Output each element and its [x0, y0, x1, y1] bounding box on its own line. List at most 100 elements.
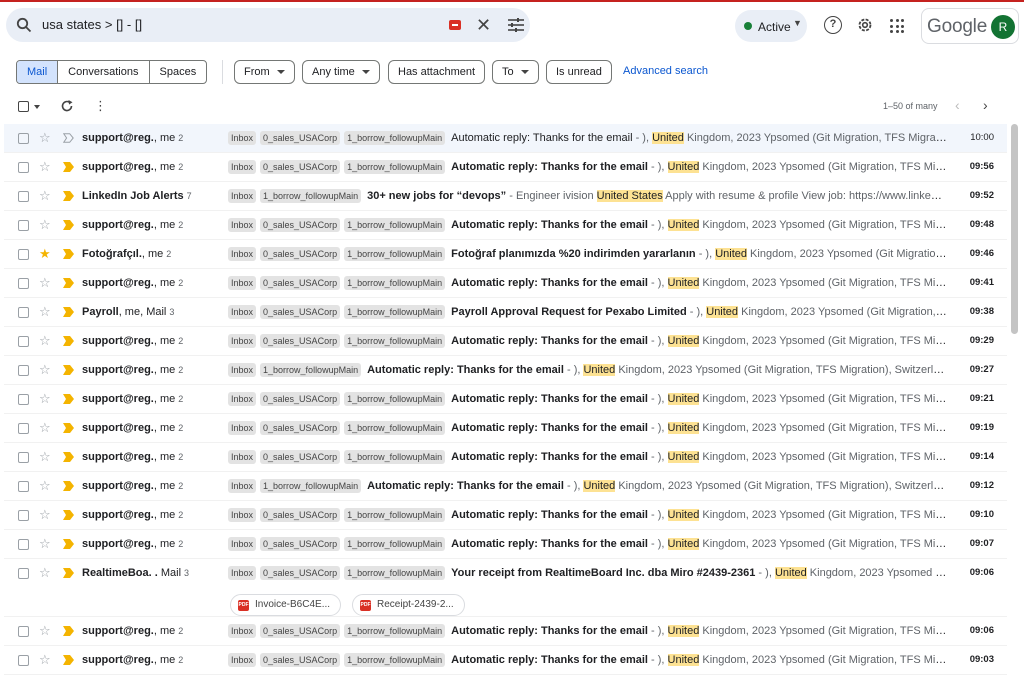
label-chip[interactable]: Inbox	[228, 363, 257, 377]
row-checkbox[interactable]	[18, 510, 29, 521]
list-item[interactable]: ☆ support@reg., me 2 Inbox 0_sales_USACorp 1_…	[4, 327, 1007, 356]
chevron-left-icon[interactable]: ‹	[955, 97, 960, 113]
label-chip[interactable]: 0_sales_USACorp	[260, 334, 341, 348]
star-icon[interactable]: ☆	[39, 304, 51, 319]
star-icon[interactable]: ☆	[39, 188, 51, 203]
row-checkbox[interactable]	[18, 249, 29, 260]
star-icon[interactable]: ☆	[39, 333, 51, 348]
label-chip[interactable]: 0_sales_USACorp	[260, 218, 341, 232]
label-chip[interactable]: Inbox	[228, 334, 257, 348]
list-item[interactable]: ☆ support@reg., me 2 Inbox 0_sales_USACorp 1_…	[4, 646, 1007, 675]
tune-icon[interactable]	[507, 17, 525, 33]
row-checkbox[interactable]	[18, 162, 29, 173]
label-chip[interactable]: Inbox	[228, 479, 257, 493]
important-marker-icon[interactable]	[63, 162, 74, 172]
avatar[interactable]: R	[991, 15, 1015, 39]
label-chip[interactable]: 0_sales_USACorp	[260, 392, 341, 406]
label-chip[interactable]: 1_borrow_followupMain	[344, 276, 446, 290]
list-item[interactable]: ☆ support@reg., me 2 Inbox 0_sales_USACorp 1_…	[4, 211, 1007, 240]
important-marker-icon[interactable]	[63, 365, 74, 375]
label-chip[interactable]: 1_borrow_followupMain	[260, 479, 362, 493]
list-item[interactable]: ☆ support@reg., me 2 Inbox 0_sales_USACorp 1_…	[4, 617, 1007, 646]
list-item[interactable]: ☆ support@reg., me 2 Inbox 0_sales_USACorp 1_…	[4, 530, 1007, 559]
refresh-icon[interactable]	[60, 99, 74, 113]
list-item[interactable]: ☆ support@reg., me 2 Inbox 0_sales_USACorp 1_…	[4, 414, 1007, 443]
label-chip[interactable]: 0_sales_USACorp	[260, 508, 341, 522]
label-tag-icon[interactable]	[449, 20, 461, 30]
important-marker-icon[interactable]	[63, 191, 74, 201]
filter-to[interactable]: To	[492, 60, 539, 84]
important-marker-icon[interactable]	[63, 539, 74, 549]
close-icon[interactable]: ✕	[476, 16, 491, 34]
chevron-down-icon[interactable]	[34, 105, 40, 109]
label-chip[interactable]: 1_borrow_followupMain	[260, 189, 362, 203]
label-chip[interactable]: 1_borrow_followupMain	[344, 218, 446, 232]
row-checkbox[interactable]	[18, 481, 29, 492]
label-chip[interactable]: Inbox	[228, 305, 257, 319]
label-chip[interactable]: 1_borrow_followupMain	[344, 247, 446, 261]
label-chip[interactable]: 0_sales_USACorp	[260, 653, 341, 667]
star-icon[interactable]: ☆	[39, 565, 51, 580]
search-bar[interactable]: usa states > [] - [] ✕	[6, 8, 530, 42]
tab-mail[interactable]: Mail	[17, 61, 59, 83]
row-checkbox[interactable]	[18, 655, 29, 666]
list-item[interactable]: ☆ support@reg., me 2 Inbox 0_sales_USACorp 1_…	[4, 385, 1007, 414]
star-icon[interactable]: ★	[39, 246, 51, 261]
star-icon[interactable]: ☆	[39, 652, 51, 667]
label-chip[interactable]: 0_sales_USACorp	[260, 160, 341, 174]
tab-conversations[interactable]: Conversations	[58, 61, 150, 83]
label-chip[interactable]: Inbox	[228, 189, 257, 203]
label-chip[interactable]: Inbox	[228, 247, 257, 261]
label-chip[interactable]: 1_borrow_followupMain	[344, 334, 446, 348]
more-vert-icon[interactable]: ⋮	[94, 99, 107, 112]
list-item[interactable]: ☆ RealtimeBoa. . Mail 3 Inbox 0_sales_USACor…	[4, 559, 1007, 617]
important-marker-icon[interactable]	[63, 307, 74, 317]
label-chip[interactable]: Inbox	[228, 653, 257, 667]
row-checkbox[interactable]	[18, 220, 29, 231]
important-marker-icon[interactable]	[63, 394, 74, 404]
star-icon[interactable]: ☆	[39, 391, 51, 406]
row-checkbox[interactable]	[18, 626, 29, 637]
attachment-chip[interactable]: PDF Receipt-2439-2...	[352, 594, 465, 616]
search-input[interactable]: usa states > [] - []	[42, 17, 142, 32]
list-item[interactable]: ☆ support@reg., me 2 Inbox 0_sales_USACorp 1_…	[4, 124, 1007, 153]
label-chip[interactable]: 0_sales_USACorp	[260, 131, 341, 145]
label-chip[interactable]: 0_sales_USACorp	[260, 566, 341, 580]
filter-from[interactable]: From	[234, 60, 295, 84]
important-marker-icon[interactable]	[63, 220, 74, 230]
label-chip[interactable]: 1_borrow_followupMain	[344, 508, 446, 522]
row-checkbox[interactable]	[18, 365, 29, 376]
label-chip[interactable]: 0_sales_USACorp	[260, 421, 341, 435]
gear-icon[interactable]	[856, 16, 874, 34]
label-chip[interactable]: Inbox	[228, 218, 257, 232]
label-chip[interactable]: 0_sales_USACorp	[260, 537, 341, 551]
label-chip[interactable]: Inbox	[228, 624, 257, 638]
label-chip[interactable]: 0_sales_USACorp	[260, 276, 341, 290]
label-chip[interactable]: Inbox	[228, 276, 257, 290]
label-chip[interactable]: 1_borrow_followupMain	[344, 566, 446, 580]
star-icon[interactable]: ☆	[39, 536, 51, 551]
label-chip[interactable]: Inbox	[228, 537, 257, 551]
row-checkbox[interactable]	[18, 133, 29, 144]
important-marker-icon[interactable]	[63, 452, 74, 462]
star-icon[interactable]: ☆	[39, 420, 51, 435]
label-chip[interactable]: 1_borrow_followupMain	[344, 450, 446, 464]
important-marker-icon[interactable]	[63, 568, 74, 578]
select-all-checkbox[interactable]	[18, 101, 29, 112]
row-checkbox[interactable]	[18, 394, 29, 405]
important-marker-icon[interactable]	[63, 626, 74, 636]
label-chip[interactable]: Inbox	[228, 566, 257, 580]
attachment-chip[interactable]: PDF Invoice-B6C4E...	[230, 594, 342, 616]
label-chip[interactable]: 1_borrow_followupMain	[344, 421, 446, 435]
filter-is-unread[interactable]: Is unread	[546, 60, 612, 84]
label-chip[interactable]: Inbox	[228, 421, 257, 435]
label-chip[interactable]: Inbox	[228, 392, 257, 406]
label-chip[interactable]: 1_borrow_followupMain	[344, 160, 446, 174]
label-chip[interactable]: 1_borrow_followupMain	[344, 624, 446, 638]
important-marker-icon[interactable]	[63, 249, 74, 259]
label-chip[interactable]: 0_sales_USACorp	[260, 624, 341, 638]
list-item[interactable]: ☆ support@reg., me 2 Inbox 0_sales_USACorp 1_…	[4, 269, 1007, 298]
row-checkbox[interactable]	[18, 539, 29, 550]
star-icon[interactable]: ☆	[39, 623, 51, 638]
list-item[interactable]: ★ Fotoğrafçıl., me 2 Inbox 0_sales_USACorp 1_…	[4, 240, 1007, 269]
